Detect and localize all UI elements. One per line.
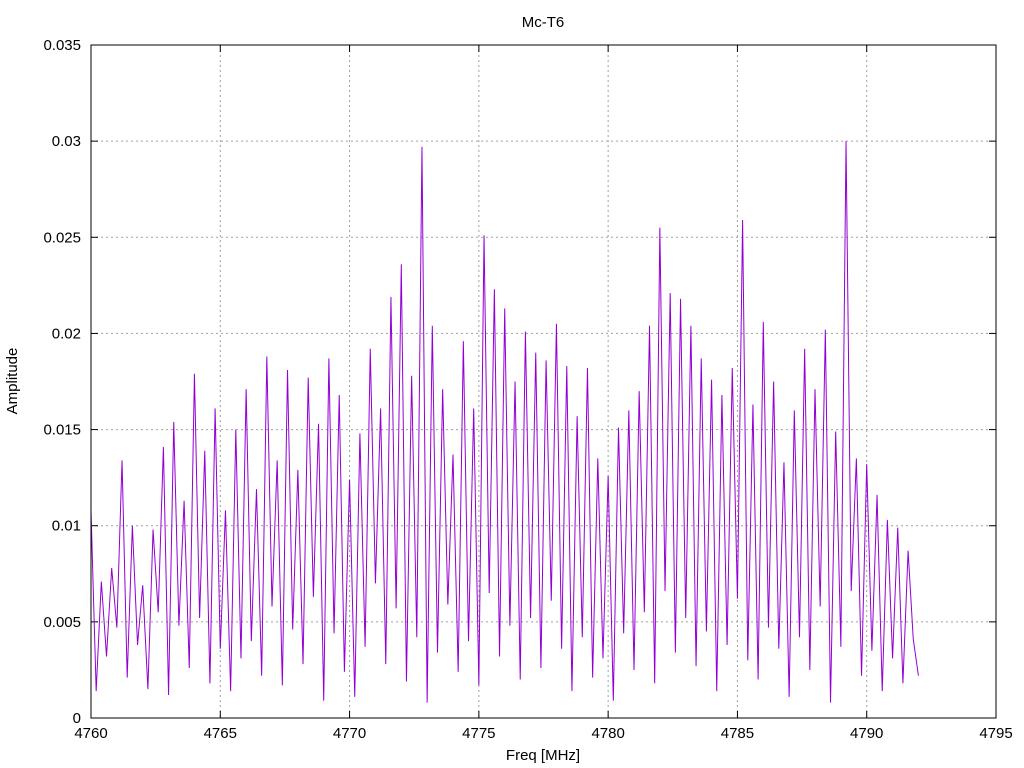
y-axis-title: Amplitude (4, 348, 21, 415)
x-tick-label: 4775 (462, 725, 495, 742)
y-tick-label: 0.02 (52, 325, 81, 342)
chart-svg: Mc-T6 Amplitude Freq [MHz] 4760 4765 4770 4… (4, 14, 1013, 764)
y-tick-label: 0.015 (43, 422, 81, 439)
x-tick-label: 4790 (850, 725, 883, 742)
x-tick-label: 4765 (204, 725, 237, 742)
y-tick-label: 0.03 (52, 133, 81, 150)
tick-label-layer: 4760 4765 4770 4775 4780 4785 4790 4795 0 0.005 0.… (43, 37, 1012, 742)
x-tick-label: 4795 (979, 725, 1012, 742)
y-tick-label: 0 (73, 710, 81, 727)
y-tick-label: 0.005 (43, 614, 81, 631)
series-layer (90, 141, 919, 703)
x-tick-label: 4760 (74, 725, 107, 742)
series-line (90, 141, 919, 703)
y-tick-label: 0.01 (52, 518, 81, 535)
x-tick-label: 4770 (333, 725, 366, 742)
y-tick-label: 0.025 (43, 229, 81, 246)
x-tick-label: 4780 (591, 725, 624, 742)
y-tick-label: 0.035 (43, 37, 81, 54)
x-axis-title: Freq [MHz] (506, 747, 580, 764)
chart-title: Mc-T6 (522, 14, 565, 31)
x-tick-label: 4785 (721, 725, 754, 742)
